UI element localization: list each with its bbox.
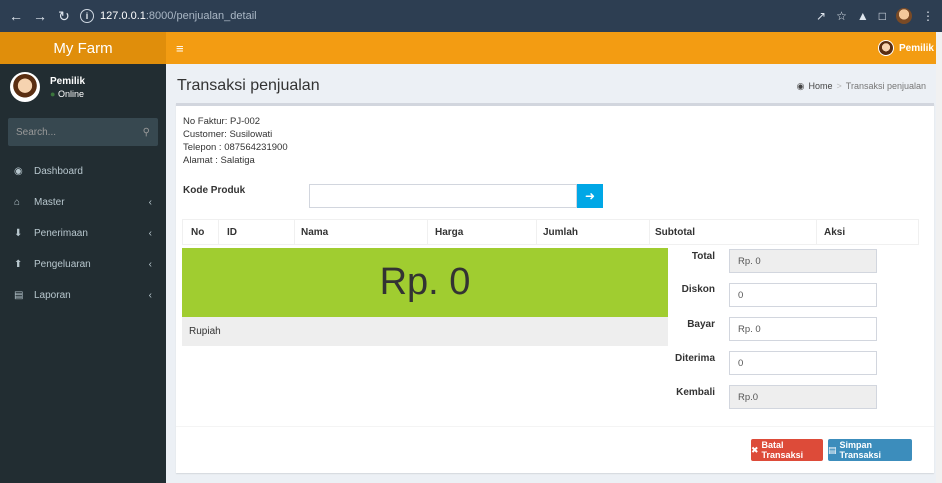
kode-produk-label: Kode Produk bbox=[183, 185, 246, 196]
profile-avatar-icon[interactable] bbox=[896, 8, 912, 24]
chevron-left-icon: ‹ bbox=[148, 197, 152, 208]
save-label: Simpan Transaksi bbox=[839, 440, 882, 460]
back-icon[interactable]: ← bbox=[6, 6, 26, 26]
online-dot-icon: ● bbox=[50, 88, 56, 99]
diterima-label: Diterima bbox=[674, 353, 715, 364]
box-footer-divider bbox=[176, 426, 934, 427]
kembali-label: Kembali bbox=[676, 387, 715, 398]
breadcrumb: ◉ Home > Transaksi penjualan bbox=[797, 81, 926, 92]
table-header-cell: ID bbox=[227, 227, 237, 238]
save-transaction-button[interactable]: ▤ Simpan Transaksi bbox=[828, 439, 912, 461]
user-status-label: Online bbox=[57, 88, 84, 99]
breadcrumb-current: Transaksi penjualan bbox=[845, 81, 926, 91]
sidebar-item-dashboard[interactable]: ◉ Dashboard bbox=[0, 156, 166, 187]
reload-icon[interactable]: ↻ bbox=[54, 6, 74, 26]
sidebar: Pemilik ● Online Search... ⚲ ◉ Dashboard… bbox=[0, 64, 166, 483]
sidebar-item-label: Dashboard bbox=[34, 166, 83, 177]
share-icon[interactable]: ↗ bbox=[816, 9, 826, 23]
total-label: Total bbox=[691, 251, 715, 262]
search-placeholder: Search... bbox=[16, 126, 57, 138]
breadcrumb-home[interactable]: Home bbox=[809, 81, 833, 91]
table-header-cell: Jumlah bbox=[543, 227, 579, 238]
table-header-cell: Aksi bbox=[824, 227, 846, 238]
table-header-cell: No bbox=[191, 227, 205, 238]
user-avatar bbox=[877, 40, 894, 56]
download-icon: ⬇ bbox=[14, 228, 23, 239]
top-navbar: ≡ Pemilik bbox=[166, 32, 942, 64]
table-header-cell: Nama bbox=[301, 227, 329, 238]
sidebar-item-label: Pengeluaran bbox=[34, 259, 91, 270]
sidebar-toggle-icon[interactable]: ≡ bbox=[176, 41, 184, 56]
close-icon: ✖ bbox=[751, 444, 759, 455]
kembali-field: Rp.0 bbox=[729, 385, 877, 409]
chevron-left-icon: ‹ bbox=[148, 228, 152, 239]
invoice-phone: Telepon : 087564231900 bbox=[183, 142, 288, 153]
arrow-right-icon: ➜ bbox=[584, 189, 596, 203]
diterima-field[interactable]: 0 bbox=[729, 351, 877, 375]
invoice-customer: Customer: Susilowati bbox=[183, 129, 273, 140]
cancel-label: Batal Transaksi bbox=[761, 440, 804, 460]
sidebar-item-laporan[interactable]: ▤ Laporan ‹ bbox=[0, 280, 166, 311]
bank-icon: ⌂ bbox=[14, 197, 21, 208]
breadcrumb-separator: > bbox=[836, 81, 842, 91]
site-info-icon[interactable]: i bbox=[80, 9, 94, 23]
extensions-icon[interactable]: ▲ bbox=[857, 9, 869, 23]
page-title: Transaksi penjualan bbox=[177, 77, 320, 94]
sidebar-item-penerimaan[interactable]: ⬇ Penerimaan ‹ bbox=[0, 218, 166, 249]
page-scrollbar[interactable] bbox=[936, 32, 942, 483]
kode-produk-input[interactable] bbox=[309, 184, 577, 208]
chevron-left-icon: ‹ bbox=[148, 290, 152, 301]
diskon-field[interactable]: 0 bbox=[729, 283, 877, 307]
sidebar-item-label: Laporan bbox=[34, 290, 71, 301]
sidebar-user-name: Pemilik bbox=[50, 75, 86, 87]
user-menu[interactable]: Pemilik bbox=[877, 40, 942, 56]
bayar-field[interactable]: Rp. 0 bbox=[729, 317, 877, 341]
table-header-cell: Harga bbox=[435, 227, 464, 238]
user-menu-label: Pemilik bbox=[898, 42, 934, 54]
app-logo[interactable]: My Farm bbox=[0, 32, 166, 64]
url-host: 127.0.0.1 bbox=[100, 10, 146, 22]
search-icon[interactable]: ⚲ bbox=[143, 127, 150, 138]
invoice-number: No Faktur: PJ-002 bbox=[183, 116, 261, 127]
forward-icon[interactable]: → bbox=[30, 6, 50, 26]
total-display: Rp. 0 bbox=[182, 248, 668, 317]
save-icon: ▤ bbox=[828, 444, 837, 455]
table-header-cell: Subtotal bbox=[655, 227, 695, 238]
user-status: ● Online bbox=[50, 89, 85, 99]
transaction-box: No Faktur: PJ-002 Customer: Susilowati T… bbox=[176, 103, 934, 473]
window-icon[interactable]: □ bbox=[879, 9, 886, 23]
product-table-header: No ID Nama Harga Jumlah Subtotal Aksi bbox=[182, 219, 919, 245]
sidebar-search-input[interactable]: Search... ⚲ bbox=[8, 118, 158, 146]
cancel-transaction-button[interactable]: ✖ Batal Transaksi bbox=[751, 439, 823, 461]
kode-produk-submit-button[interactable]: ➜ bbox=[577, 184, 603, 208]
sidebar-item-master[interactable]: ⌂ Master ‹ bbox=[0, 187, 166, 218]
menu-dots-icon[interactable]: ⋮ bbox=[922, 9, 934, 23]
url-path: :8000/penjualan_detail bbox=[145, 10, 257, 22]
sidebar-item-label: Penerimaan bbox=[34, 228, 88, 239]
sidebar-item-pengeluaran[interactable]: ⬆ Pengeluaran ‹ bbox=[0, 249, 166, 280]
sidebar-avatar bbox=[10, 72, 40, 102]
user-panel: Pemilik ● Online bbox=[0, 64, 166, 110]
dashboard-icon: ◉ bbox=[14, 166, 23, 177]
address-bar[interactable]: i 127.0.0.1:8000/penjualan_detail bbox=[80, 9, 257, 23]
sidebar-item-label: Master bbox=[34, 197, 65, 208]
content-header: Transaksi penjualan ◉ Home > Transaksi p… bbox=[166, 64, 936, 108]
bayar-label: Bayar bbox=[687, 319, 715, 330]
report-icon: ▤ bbox=[14, 290, 24, 301]
upload-icon: ⬆ bbox=[14, 259, 23, 270]
total-field: Rp. 0 bbox=[729, 249, 877, 273]
amount-in-words: Rupiah bbox=[182, 317, 668, 346]
diskon-label: Diskon bbox=[681, 284, 715, 295]
dashboard-icon: ◉ bbox=[796, 80, 805, 91]
browser-toolbar: ← → ↻ i 127.0.0.1:8000/penjualan_detail … bbox=[0, 0, 942, 32]
chevron-left-icon: ‹ bbox=[148, 259, 152, 270]
star-icon[interactable]: ☆ bbox=[836, 9, 847, 23]
invoice-address: Alamat : Salatiga bbox=[183, 155, 255, 166]
